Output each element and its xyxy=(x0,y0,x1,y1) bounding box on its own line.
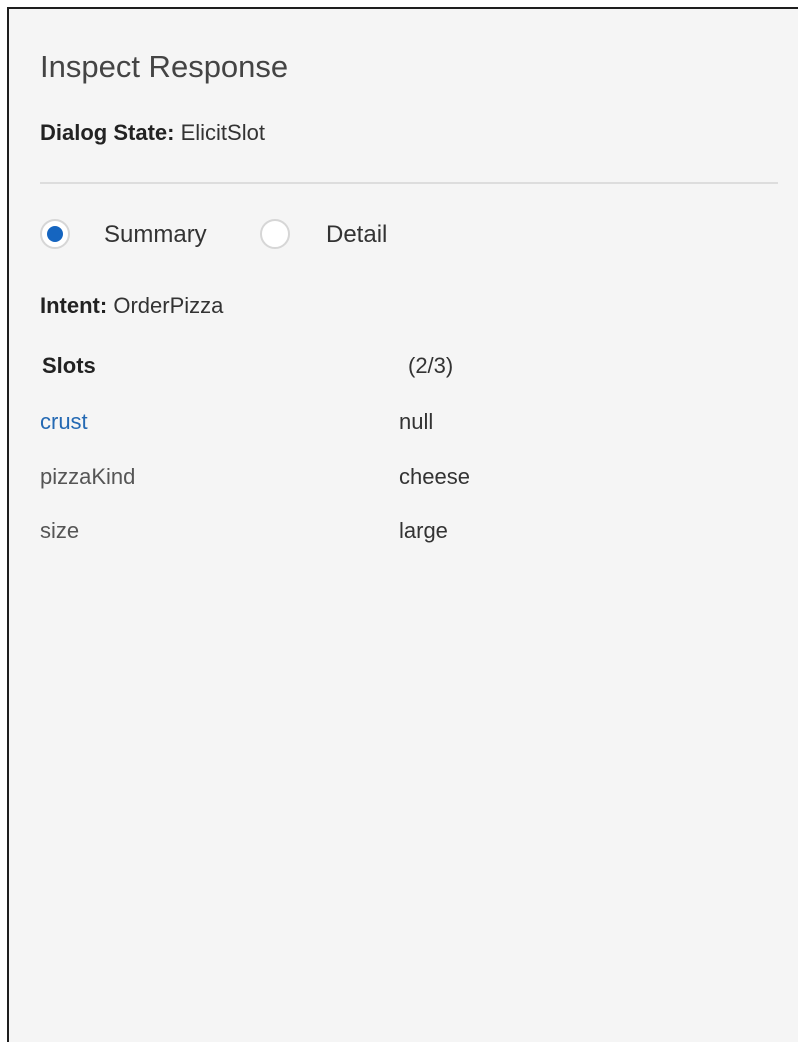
intent-line: Intent: OrderPizza xyxy=(40,295,223,317)
slot-row: pizzaKind cheese xyxy=(40,466,640,496)
slot-value-pizzakind: cheese xyxy=(399,464,470,489)
summary-radio-label[interactable]: Summary xyxy=(104,223,207,247)
slot-name-size: size xyxy=(40,518,80,543)
slots-count: (2/3) xyxy=(408,353,454,378)
dialog-state: Dialog State: ElicitSlot xyxy=(40,122,265,144)
summary-radio[interactable] xyxy=(40,219,70,249)
slot-row: crust null xyxy=(40,411,640,441)
dialog-state-label: Dialog State: xyxy=(40,120,175,145)
dialog-state-value: ElicitSlot xyxy=(180,120,265,145)
slot-value-size: large xyxy=(399,518,448,543)
panel-title: Inspect Response xyxy=(40,49,289,84)
radio-selected-dot xyxy=(47,226,63,242)
slot-name-crust[interactable]: crust xyxy=(40,411,88,433)
inspect-response-panel: Inspect Response Dialog State: ElicitSlo… xyxy=(7,7,798,1042)
intent-value: OrderPizza xyxy=(113,293,224,318)
slot-row: size large xyxy=(40,520,640,550)
section-divider xyxy=(40,182,778,184)
slot-name-pizzakind: pizzaKind xyxy=(40,464,136,489)
detail-radio-label[interactable]: Detail xyxy=(326,223,387,247)
slot-value-crust: null xyxy=(399,409,434,434)
intent-label: Intent: xyxy=(40,293,108,318)
detail-radio[interactable] xyxy=(260,219,290,249)
slots-title: Slots xyxy=(42,353,96,378)
